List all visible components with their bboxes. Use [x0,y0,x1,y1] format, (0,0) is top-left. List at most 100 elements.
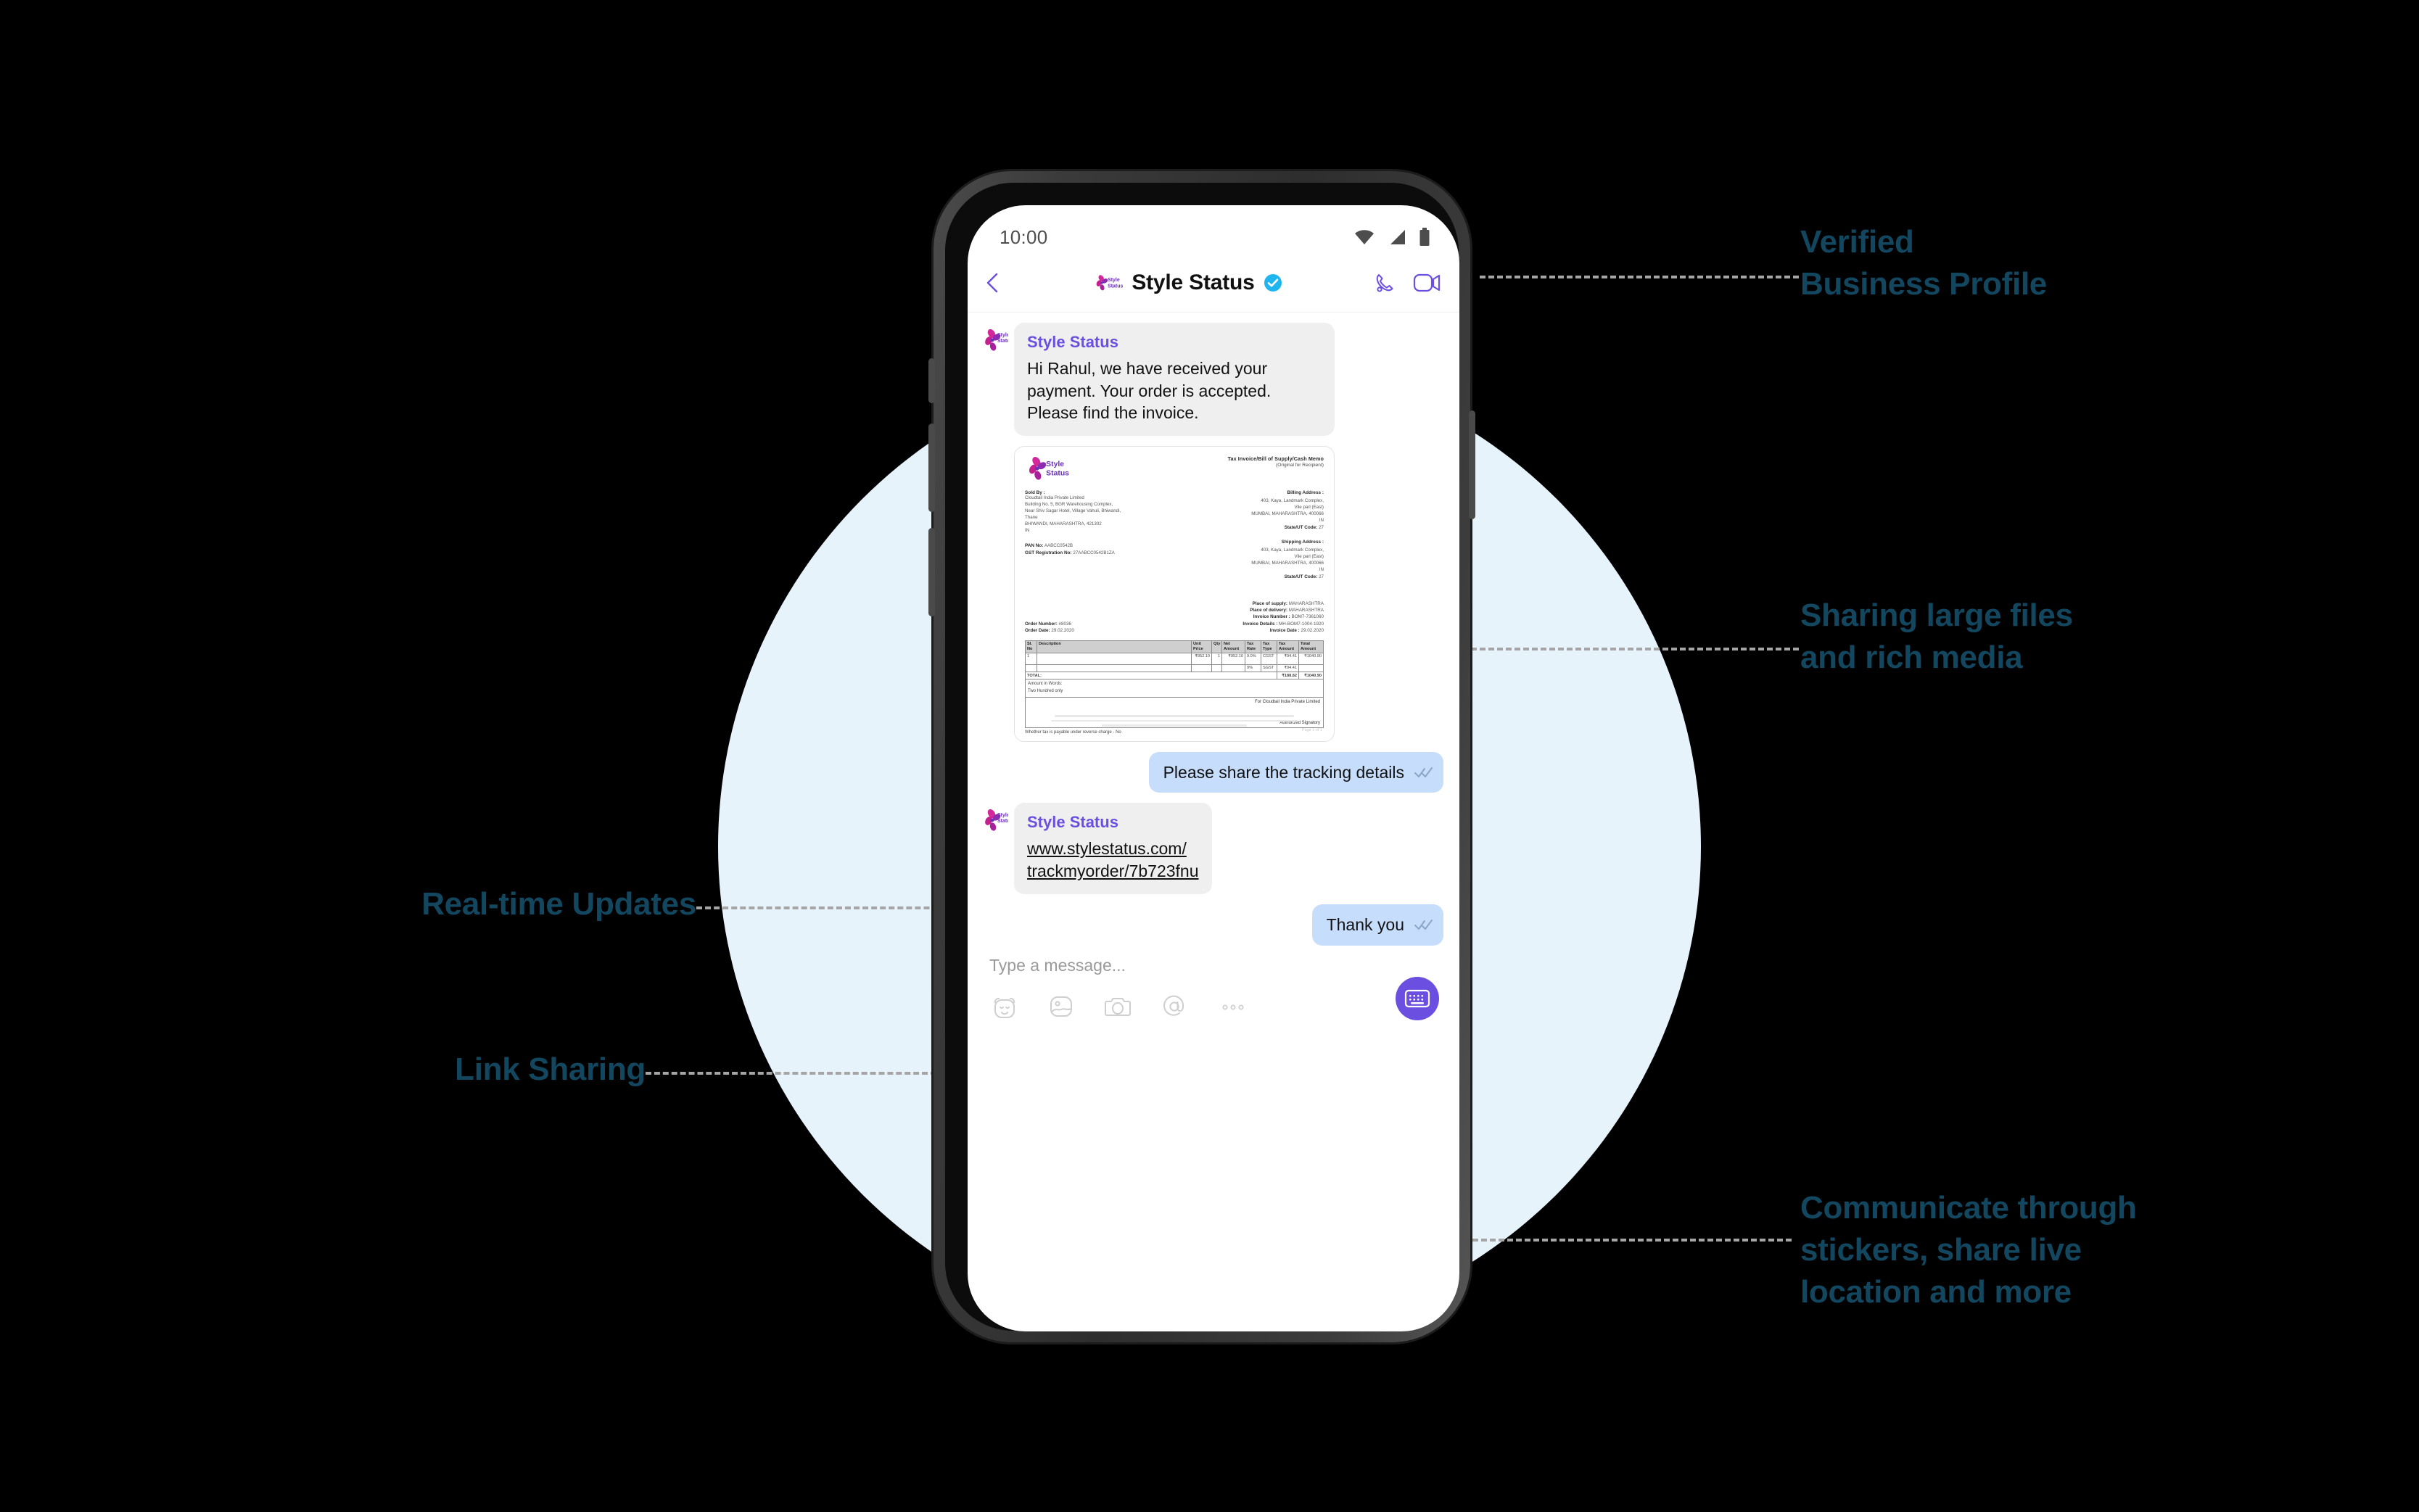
message-input-placeholder[interactable]: Type a message... [989,956,1438,975]
th-tax-amount: Tax Amount [1277,640,1299,653]
th-unit-price: Unit Price [1191,640,1212,653]
sold-by-line-1: Building No. 5, BGR Warehousing Complex, [1025,501,1113,507]
shipping-line-3: IN [1319,566,1324,572]
svg-text:Style: Style [1108,278,1120,283]
annotation-verified-profile: Verified Business Profile [1800,221,2047,305]
gst-label: GST Registration No: [1025,550,1072,555]
invoice-details-label: Invoice Details : [1243,621,1278,627]
invoice-meta: Order Number: #8036 Order Date: 29.02.20… [1025,600,1324,635]
shipping-line-0: 403, Kaya, Landmark Complex, [1261,547,1324,553]
invoice-number-value: BOM7-7361060 [1291,614,1324,620]
td-tax-rate: 9.0% [1245,652,1261,665]
chat-header-identity[interactable]: Style Status Style Status [1005,269,1372,297]
outgoing-message-bubble[interactable]: Please share the tracking details [1148,751,1443,793]
table-row: 9% SGST ₹94.41 [1025,664,1324,673]
th-qty: Qty [1211,640,1222,653]
td-net-amount: ₹952.10 [1221,652,1245,665]
incoming-link-bubble[interactable]: Style Status www.stylestatus.com/ trackm… [1014,803,1212,894]
place-delivery-label: Place of delivery: [1250,608,1287,614]
camera-icon[interactable] [1103,991,1133,1022]
annotation-verified-line2: Business Profile [1800,266,2047,302]
video-call-icon[interactable] [1413,271,1442,294]
sold-by-line-4: BHIWANDI, MAHARASHTRA, 421302 [1025,521,1102,526]
phone-button-mute[interactable] [928,358,935,403]
connector-stickers [1429,1239,1792,1242]
order-number-value: #8036 [1058,621,1072,627]
invoice-tax-ids: PAN No: AABCC0542B GST Registration No: … [1025,542,1170,557]
billing-line-2: MUMBAI, MAHARASHTRA, 400066 [1251,511,1324,516]
gallery-icon[interactable] [1046,991,1076,1022]
tracking-link-line2[interactable]: trackmyorder/7b723fnu [1027,860,1199,883]
invoice-attachment[interactable]: Style Status Tax Invoice/Bill of Supply/… [1014,445,1335,742]
composer-toolbar [968,975,1459,1022]
td-qty-2 [1211,664,1222,673]
tracking-link-line1[interactable]: www.stylestatus.com/ [1027,838,1199,860]
status-time: 10:00 [1000,226,1048,248]
th-total-amount: Total Amount [1298,640,1324,653]
svg-text:Style: Style [997,333,1008,338]
message-sender-name: Style Status [1027,333,1118,351]
sticker-icon[interactable] [989,991,1020,1022]
message-row-attachment: Style Status Tax Invoice/Bill of Supply/… [1014,445,1443,742]
invoice-date-label: Invoice Date : [1269,628,1300,634]
sold-by-line-0: Cloudtail India Private Limited [1025,495,1084,500]
table-total-row: TOTAL: ₹188.82 ₹1040.90 [1025,672,1324,680]
message-text: Thank you [1326,914,1404,934]
th-description: Description [1037,640,1192,653]
invoice-amount-in-words: Amount in Words: Two Hundred only [1025,679,1324,698]
phone-button-volume-down[interactable] [928,528,935,616]
shipping-state-value: 27 [1319,574,1324,579]
poster-canvas: 10:00 Style Status Style Status Style St… [0,0,2419,1512]
invoice-date-value: 29.02.2020 [1301,628,1324,634]
message-row: Thank you [984,904,1443,946]
more-icon[interactable] [1216,991,1250,1022]
chat-title: Style Status [1132,270,1255,294]
sold-by-line-5: IN [1025,527,1030,533]
order-date-label: Order Date: [1025,628,1050,634]
invoice-seller-column: Sold By : Cloudtail India Private Limite… [1025,490,1170,589]
svg-text:Status: Status [1046,469,1069,477]
billing-state-value: 27 [1319,524,1324,530]
incoming-message-bubble[interactable]: Style Status Hi Rahul, we have received … [1014,323,1335,436]
phone-mockup: 10:00 Style Status Style Status Style St… [928,171,1475,1342]
phone-button-power[interactable] [1469,410,1475,519]
message-text: Please share the tracking details [1163,762,1404,782]
chat-header-actions [1372,270,1442,295]
keyboard-button[interactable] [1396,976,1439,1020]
read-receipt-icon [1414,920,1433,930]
annotation-stickers-line2: stickers, share live [1800,1232,2082,1268]
shipping-line-1: Vile parl (East) [1294,553,1324,559]
td-description [1037,652,1192,665]
message-composer[interactable]: Type a message... [968,949,1459,975]
back-chevron-icon[interactable] [981,270,1005,295]
order-number-label: Order Number: [1025,621,1058,627]
phone-call-icon[interactable] [1372,270,1397,295]
annotation-verified-line1: Verified [1800,224,1914,260]
outgoing-message-bubble[interactable]: Thank you [1311,904,1443,946]
invoice-reverse-charge: Whether tax is payable under reverse cha… [1025,730,1121,735]
place-supply-label: Place of supply: [1252,600,1287,606]
order-date-value: 29.02.2020 [1051,628,1074,634]
td-net-amount-2 [1221,664,1245,673]
td-tax-type: CGST [1261,652,1277,665]
annotation-stickers-line3: location and more [1800,1274,2072,1310]
mention-icon[interactable] [1159,991,1190,1022]
phone-bezel: 10:00 Style Status Style Status Style St… [945,183,1459,1331]
invoice-page-number: Page 1 of 1 [1301,727,1322,732]
verified-check-icon [1264,273,1282,292]
invoice-number-meta: Place of supply: MAHARASHTRA Place of de… [1243,600,1324,635]
td-tax-amount-2: ₹94.41 [1277,664,1299,673]
annotation-files-line1: Sharing large files [1800,598,2073,633]
invoice-header: Style Status Tax Invoice/Bill of Supply/… [1025,455,1324,482]
status-icons [1353,228,1430,247]
phone-button-volume-up[interactable] [928,424,935,512]
svg-text:Status: Status [997,339,1008,344]
invoice-title-block: Tax Invoice/Bill of Supply/Cash Memo (Or… [1228,455,1324,468]
invoice-address-columns: Sold By : Cloudtail India Private Limite… [1025,490,1324,589]
sold-by-line-3: Thane [1025,514,1038,520]
th-sl: Sl. No [1025,640,1037,653]
place-delivery-value: MAHARASHTRA [1288,608,1324,614]
td-tax-amount: ₹94.41 [1277,652,1299,665]
th-tax-type: Tax Type [1261,640,1277,653]
invoice-buyer-column: Billing Address : 403, Kaya, Landmark Co… [1186,490,1324,589]
